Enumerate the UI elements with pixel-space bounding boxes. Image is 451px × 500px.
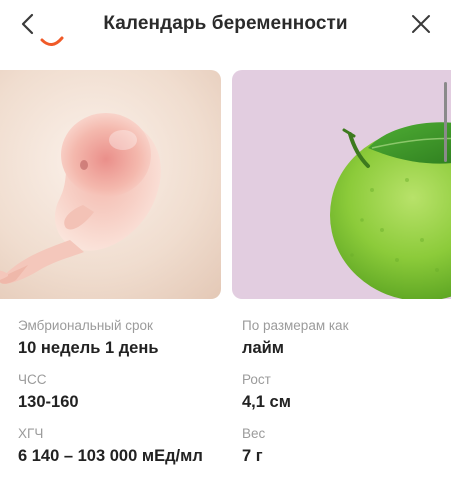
embryo-image [0, 70, 221, 299]
stats-right-column: По размерам как лайм Рост 4,1 см Вес 7 г [242, 318, 348, 480]
stat-value: 130-160 [18, 393, 79, 411]
stat-label: По размерам как [242, 318, 349, 333]
lime-image [232, 70, 451, 299]
embryonic-age-stat: Эмбриональный срок 10 недель 1 день [18, 318, 203, 372]
stat-value: лайм [242, 339, 285, 357]
accent-decoration [40, 30, 64, 48]
hcg-stat: ХГЧ 6 140 – 103 000 мЕд/мл [18, 426, 203, 480]
stat-label: ЧСС [18, 372, 47, 387]
size-comparison-card[interactable] [232, 70, 451, 299]
embryo-card[interactable] [0, 70, 221, 299]
stat-label: Эмбриональный срок [18, 318, 153, 333]
chevron-left-icon [21, 13, 34, 35]
height-stat: Рост 4,1 см [242, 372, 348, 426]
image-carousel[interactable] [0, 70, 451, 299]
scrollbar[interactable] [444, 82, 447, 162]
close-icon [412, 15, 430, 33]
header-bar: Календарь беременности [0, 0, 451, 48]
stat-label: ХГЧ [18, 426, 44, 441]
stats-left-column: Эмбриональный срок 10 недель 1 день ЧСС … [18, 318, 203, 480]
stat-label: Вес [242, 426, 266, 441]
close-button[interactable] [405, 8, 437, 40]
pregnancy-calendar-screen: Календарь беременности Эмбриональный сро… [0, 0, 451, 500]
size-comparison-stat: По размерам как лайм [242, 318, 348, 372]
weight-stat: Вес 7 г [242, 426, 348, 480]
stat-value: 7 г [242, 447, 263, 465]
page-title: Календарь беременности [103, 12, 348, 34]
stat-value: 6 140 – 103 000 мЕд/мл [18, 447, 203, 465]
heart-rate-stat: ЧСС 130-160 [18, 372, 203, 426]
stat-value: 4,1 см [242, 393, 291, 411]
stat-value: 10 недель 1 день [18, 339, 159, 357]
stat-label: Рост [242, 372, 271, 387]
